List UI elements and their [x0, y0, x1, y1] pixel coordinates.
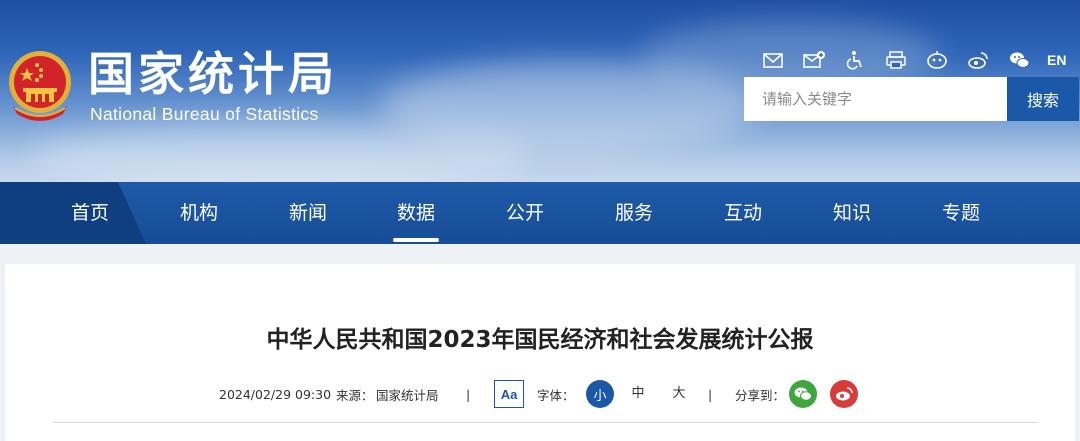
- nav-item-knowledge[interactable]: 知识: [812, 182, 892, 244]
- nav-item-disclosure[interactable]: 公开: [485, 182, 565, 244]
- national-emblem-icon: [9, 51, 71, 121]
- font-size-small-button[interactable]: 小: [586, 380, 614, 408]
- print-icon[interactable]: [883, 49, 909, 71]
- mail-add-icon[interactable]: [801, 49, 827, 71]
- accessibility-icon[interactable]: [842, 49, 868, 71]
- main-nav: 首页 机构 新闻 数据 公开 服务 互动 知识 专题: [0, 182, 1080, 244]
- font-size-medium-button[interactable]: 中: [628, 380, 648, 408]
- nav-item-organization[interactable]: 机构: [159, 182, 239, 244]
- site-header: 国家统计局 National Bureau of Statistics EN 搜…: [0, 0, 1080, 182]
- meta-separator: |: [466, 386, 471, 402]
- weibo-icon[interactable]: [965, 49, 991, 71]
- article-source: 国家统计局: [376, 387, 439, 403]
- article-datetime: 2024/02/29 09:30: [219, 386, 332, 402]
- site-logo-chinese[interactable]: 国家统计局: [88, 46, 338, 102]
- wechat-icon[interactable]: [1006, 49, 1032, 71]
- nav-item-data[interactable]: 数据: [376, 182, 456, 244]
- content-divider: [52, 422, 1038, 423]
- nav-item-topics[interactable]: 专题: [921, 182, 1001, 244]
- search-bar: 搜索: [744, 77, 1079, 121]
- cloud-decoration: [30, 120, 530, 182]
- search-input[interactable]: [744, 77, 1007, 121]
- nav-item-news[interactable]: 新闻: [268, 182, 348, 244]
- site-logo-english[interactable]: National Bureau of Statistics: [90, 104, 319, 125]
- article-source-label: 来源：: [336, 387, 374, 403]
- meta-separator: |: [708, 386, 713, 402]
- font-toggle-button[interactable]: Aa: [494, 380, 524, 408]
- nav-item-interaction[interactable]: 互动: [703, 182, 783, 244]
- font-size-large-button[interactable]: 大: [669, 380, 689, 408]
- article-title: 中华人民共和国2023年国民经济和社会发展统计公报: [266, 327, 814, 353]
- robot-icon[interactable]: [924, 49, 950, 71]
- header-toolbar: EN: [760, 48, 1066, 72]
- language-switch-en[interactable]: EN: [1047, 52, 1066, 68]
- font-size-label: 字体：: [537, 387, 575, 403]
- mail-icon[interactable]: [760, 49, 786, 71]
- nav-item-services[interactable]: 服务: [594, 182, 674, 244]
- share-weibo-icon[interactable]: [830, 380, 858, 408]
- share-label: 分享到：: [735, 387, 786, 403]
- nav-item-home[interactable]: 首页: [50, 182, 130, 244]
- nav-active-indicator: [393, 238, 439, 242]
- share-wechat-icon[interactable]: [789, 380, 817, 408]
- search-button[interactable]: 搜索: [1007, 77, 1079, 121]
